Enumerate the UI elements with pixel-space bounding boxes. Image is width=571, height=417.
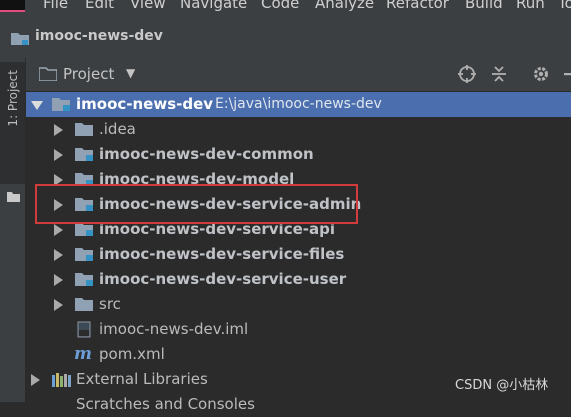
project-tree: imooc-news-dev E:\java\imooc-news-dev .i…: [26, 91, 571, 413]
tree-item-iml[interactable]: imooc-news-dev.iml: [26, 317, 571, 342]
project-tool-tab[interactable]: 1: Project: [0, 62, 25, 184]
collapsed-arrow-icon[interactable]: [54, 274, 63, 286]
tree-item-label: imooc-news-dev-common: [99, 145, 314, 163]
breadcrumb-project[interactable]: imooc-news-dev: [35, 28, 163, 44]
collapsed-arrow-icon[interactable]: [54, 249, 63, 261]
left-tool-strip: 1: Project: [0, 58, 26, 402]
expanded-arrow-icon[interactable]: [31, 101, 43, 110]
tree-item-pom[interactable]: m pom.xml: [26, 342, 571, 367]
watermark: CSDN @小枯林: [455, 378, 549, 393]
menu-refactor[interactable]: Refactor: [386, 0, 449, 12]
module-folder-icon: [75, 222, 95, 241]
module-folder-icon: [75, 272, 95, 291]
tree-item-label: src: [99, 295, 121, 313]
tree-item-label: pom.xml: [99, 345, 165, 363]
tree-item-service-user[interactable]: imooc-news-dev-service-user: [26, 267, 571, 292]
maven-icon: m: [74, 344, 92, 364]
tree-root-label: imooc-news-dev: [76, 95, 214, 113]
menu-analyze[interactable]: Analyze: [315, 0, 374, 12]
external-libraries-label: External Libraries: [76, 370, 208, 388]
scratches-label: Scratches and Consoles: [76, 395, 255, 413]
menu-view[interactable]: View: [130, 0, 166, 12]
view-selector-dropdown[interactable]: ▼: [126, 66, 135, 80]
module-folder-icon: [75, 147, 95, 166]
project-tool-tab-label: 1: Project: [6, 70, 20, 127]
menu-build[interactable]: Build: [465, 0, 503, 12]
tree-scratches[interactable]: Scratches and Consoles: [26, 392, 571, 417]
folder-icon: [75, 122, 95, 141]
tree-item-label: imooc-news-dev-service-user: [99, 270, 347, 288]
tree-root-path: E:\java\imooc-news-dev: [215, 96, 382, 112]
folder-icon: [75, 297, 95, 316]
tree-root-row[interactable]: imooc-news-dev E:\java\imooc-news-dev: [26, 92, 571, 117]
tree-item-common[interactable]: imooc-news-dev-common: [26, 142, 571, 167]
navigation-bar: imooc-news-dev: [0, 14, 571, 59]
gear-icon[interactable]: [531, 64, 551, 84]
project-folder-icon: [11, 31, 31, 50]
collapsed-arrow-icon[interactable]: [54, 149, 63, 161]
iml-file-icon: [77, 321, 93, 342]
tree-item-label: .idea: [99, 120, 136, 138]
collapse-all-icon[interactable]: [489, 64, 509, 84]
tree-item-label: imooc-news-dev-service-files: [99, 245, 345, 263]
intellij-logo-icon: [0, 0, 25, 12]
highlight-annotation-box: [35, 184, 358, 224]
tree-item-service-files[interactable]: imooc-news-dev-service-files: [26, 242, 571, 267]
panel-title[interactable]: Project: [63, 65, 114, 83]
collapsed-arrow-icon[interactable]: [54, 224, 63, 236]
menu-tools[interactable]: To: [558, 0, 571, 12]
libraries-icon: [52, 373, 72, 391]
folder-icon[interactable]: [7, 190, 20, 206]
hide-panel-icon[interactable]: [561, 64, 571, 84]
locate-icon[interactable]: [457, 64, 477, 84]
tree-item-label: imooc-news-dev.iml: [99, 320, 249, 338]
menu-run[interactable]: Run: [516, 0, 545, 12]
tree-item-src[interactable]: src: [26, 292, 571, 317]
collapsed-arrow-icon[interactable]: [31, 374, 40, 386]
project-panel-header: Project ▼: [26, 58, 571, 91]
menu-navigate[interactable]: Navigate: [180, 0, 247, 12]
menu-bar: File Edit View Navigate Code Analyze Ref…: [0, 0, 571, 14]
menu-file[interactable]: File: [43, 0, 68, 12]
menu-edit[interactable]: Edit: [85, 0, 114, 12]
collapsed-arrow-icon[interactable]: [54, 299, 63, 311]
project-folder-icon: [38, 67, 58, 85]
tree-item-idea[interactable]: .idea: [26, 117, 571, 142]
collapsed-arrow-icon[interactable]: [54, 124, 63, 136]
module-folder-icon: [75, 247, 95, 266]
menu-code[interactable]: Code: [261, 0, 299, 12]
module-folder-icon: [52, 97, 72, 116]
